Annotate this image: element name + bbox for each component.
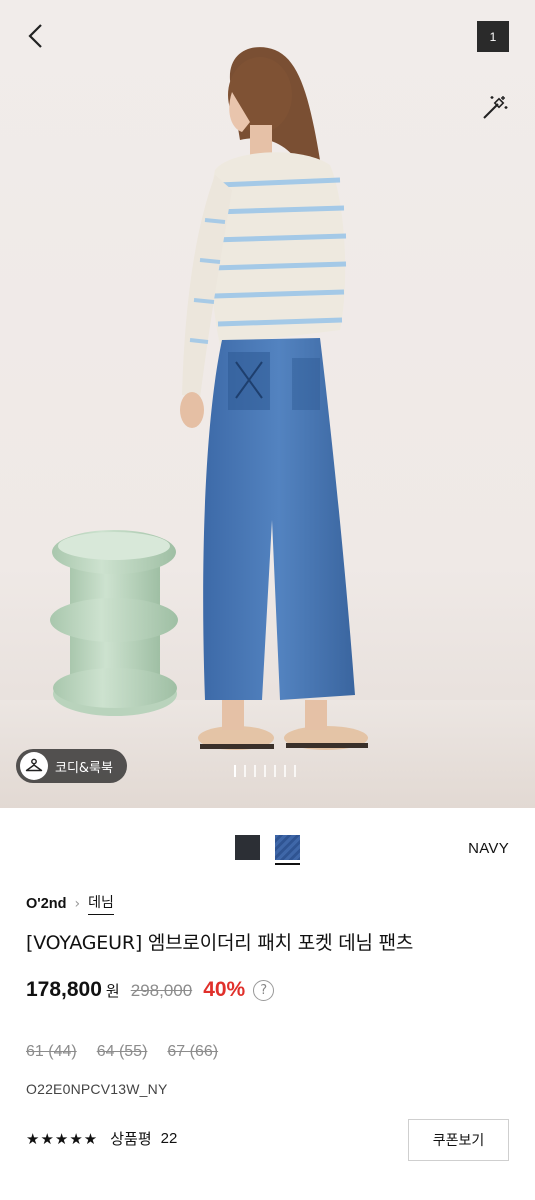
chevron-left-icon [28,24,42,48]
magic-wand-icon [483,96,508,119]
product-title: [VOYAGEUR] 엠브로이더리 패치 포켓 데님 팬츠 [26,932,414,954]
coupon-button[interactable]: 쿠폰보기 [408,1119,509,1161]
pagination-dot[interactable] [294,765,296,777]
review-count: 22 [160,1130,178,1147]
color-swatch-denim[interactable] [275,835,300,860]
pagination-dot[interactable] [264,765,266,777]
pagination-dot[interactable] [284,765,286,777]
color-swatch-dark[interactable] [235,835,260,860]
product-image-gallery[interactable]: 1 코디&룩북 [0,0,535,808]
stool-illustration [50,530,178,716]
selected-color-name: NAVY [468,840,509,857]
product-sku: O22E0NPCV13W_NY [26,1081,168,1097]
chevron-right-icon: › [74,895,81,912]
hanger-icon [20,752,48,780]
selected-swatch-indicator [275,863,300,865]
lookbook-button[interactable]: 코디&룩북 [16,749,127,783]
lookbook-label: 코디&룩북 [55,760,113,776]
sale-price: 178,800 [26,978,102,1001]
review-summary[interactable]: ★★★★★ 상품평 22 [26,1128,177,1149]
original-price: 298,000 [130,981,193,1000]
magic-wand-button[interactable] [476,90,512,126]
breadcrumb: O'2nd › 데님 [26,892,114,915]
size-option[interactable]: 67 (66) [167,1043,218,1061]
price-row: 178,800 원 298,000 40% ? [26,978,275,1002]
pagination-dot[interactable] [244,765,246,777]
gallery-pagination [234,765,296,777]
product-photo [0,47,535,808]
size-option[interactable]: 61 (44) [26,1043,77,1061]
size-option[interactable]: 64 (55) [97,1043,148,1061]
currency-label: 원 [105,982,120,1000]
image-counter: 1 [477,21,509,52]
pagination-dot[interactable] [234,765,236,777]
review-label: 상품평 [110,1130,152,1148]
pagination-dot[interactable] [254,765,256,777]
brand-link[interactable]: O'2nd [26,896,67,912]
pagination-dot[interactable] [274,765,276,777]
color-selector: NAVY [0,832,535,872]
size-options: 61 (44) 64 (55) 67 (66) [26,1043,218,1061]
model-illustration [180,47,368,750]
back-button[interactable] [18,18,54,54]
question-icon[interactable]: ? [253,979,275,1001]
star-rating-icon: ★★★★★ [26,1129,99,1148]
discount-rate: 40% [203,978,246,1001]
category-link[interactable]: 데님 [88,892,114,915]
